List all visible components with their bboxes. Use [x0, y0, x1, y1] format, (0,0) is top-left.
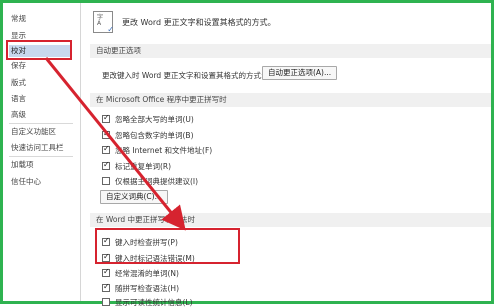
- option-confused-words[interactable]: 经常混淆的单词(N): [102, 267, 179, 279]
- checkbox[interactable]: [102, 267, 110, 277]
- option-ignore-numbers[interactable]: 忽略包含数字的单词(B): [102, 129, 194, 141]
- checkbox[interactable]: [102, 282, 110, 292]
- highlight-box-proofing: [6, 40, 72, 60]
- sidebar-item-customize-ribbon[interactable]: 自定义功能区: [11, 126, 56, 138]
- checkbox[interactable]: [102, 160, 110, 170]
- custom-dictionaries-button[interactable]: 自定义词典(C)...: [100, 190, 168, 204]
- checkbox[interactable]: [102, 177, 110, 185]
- section-office-spelling: 在 Microsoft Office 程序中更正拼写时: [90, 93, 491, 107]
- header-description: 更改 Word 更正文字和设置其格式的方式。: [122, 18, 276, 27]
- sidebar-divider: [9, 123, 73, 124]
- autocorrect-description: 更改键入时 Word 更正文字和设置其格式的方式:: [102, 71, 264, 80]
- sidebar-item-quick-access[interactable]: 快速访问工具栏: [11, 142, 64, 154]
- proofing-icon: 字A ✓: [93, 11, 114, 34]
- checkbox[interactable]: [102, 129, 110, 139]
- checkbox[interactable]: [102, 144, 110, 154]
- sidebar-item-general[interactable]: 常规: [11, 13, 26, 25]
- option-label: 标记重复单词(R): [115, 161, 172, 171]
- sidebar-item-trust-center[interactable]: 信任中心: [11, 176, 41, 188]
- autocorrect-options-button[interactable]: 自动更正选项(A)...: [262, 66, 338, 80]
- highlight-box-options: [95, 228, 240, 264]
- sidebar-item-addins[interactable]: 加载项: [11, 159, 34, 171]
- option-label: 随拼写检查语法(H): [115, 283, 179, 293]
- section-word-spelling: 在 Word 中更正拼写和语法时: [90, 213, 491, 227]
- checkbox[interactable]: [102, 113, 110, 123]
- option-ignore-internet[interactable]: 忽略 Internet 和文件地址(F): [102, 144, 212, 156]
- sidebar-item-save[interactable]: 保存: [11, 60, 26, 72]
- option-main-dictionary-only[interactable]: 仅根据主词典提供建议(I): [102, 175, 198, 187]
- option-flag-repeated[interactable]: 标记重复单词(R): [102, 160, 171, 172]
- section-autocorrect: 自动更正选项: [90, 44, 491, 58]
- option-label: 显示可读性统计信息(L): [115, 297, 193, 307]
- option-label: 仅根据主词典提供建议(I): [115, 176, 199, 186]
- option-check-grammar-with-spelling[interactable]: 随拼写检查语法(H): [102, 282, 179, 294]
- option-ignore-uppercase[interactable]: 忽略全部大写的单词(U): [102, 113, 194, 125]
- sidebar-item-advanced[interactable]: 高级: [11, 109, 26, 121]
- checkbox[interactable]: [102, 298, 110, 306]
- option-label: 经常混淆的单词(N): [115, 268, 179, 278]
- option-label: 忽略 Internet 和文件地址(F): [115, 145, 213, 155]
- sidebar-item-language[interactable]: 语言: [11, 93, 26, 105]
- option-label: 忽略包含数字的单词(B): [115, 130, 194, 140]
- sidebar-divider: [9, 156, 73, 157]
- option-readability-stats[interactable]: 显示可读性统计信息(L): [102, 296, 193, 308]
- sidebar-item-layout[interactable]: 版式: [11, 77, 26, 89]
- option-label: 忽略全部大写的单词(U): [115, 114, 194, 124]
